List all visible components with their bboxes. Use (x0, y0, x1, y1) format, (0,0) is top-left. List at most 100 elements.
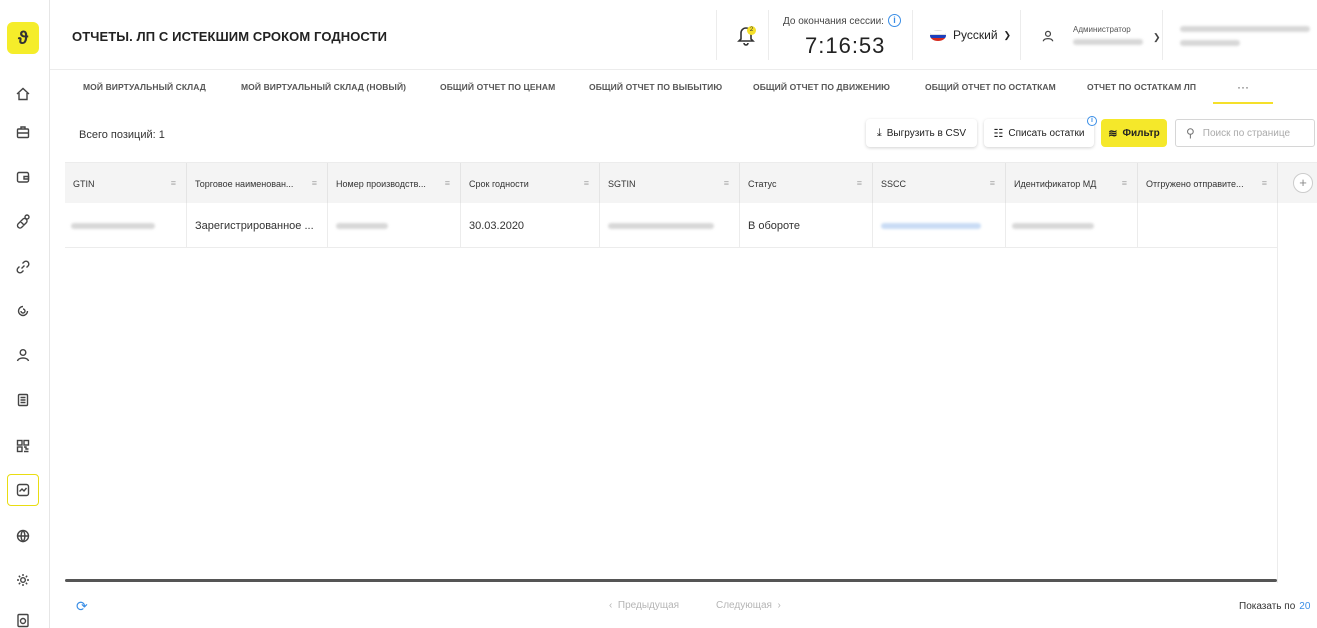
download-icon: ⤓ (876, 126, 882, 139)
tab-stock-report[interactable]: ОБЩИЙ ОТЧЕТ ПО ОСТАТКАМ (925, 82, 1056, 92)
column-menu-icon[interactable]: ≡ (584, 178, 589, 188)
app-root: ϑ ОТЧЕТЫ. ЛП С ИСТЕКШИМ СРОКОМ ГОДНОСТИ … (0, 0, 1317, 628)
prev-page-button[interactable]: ‹ Предыдущая (609, 600, 679, 611)
column-header-batch-number[interactable]: Номер производств... ≡ (328, 163, 461, 204)
language-selector[interactable]: Русский ❯ (930, 28, 1011, 42)
top-header: ОТЧЕТЫ. ЛП С ИСТЕКШИМ СРОКОМ ГОДНОСТИ 2 … (50, 0, 1317, 70)
column-menu-icon[interactable]: ≡ (312, 178, 317, 188)
total-count: Всего позиций: 1 (79, 129, 165, 141)
column-title: Номер производств... (336, 178, 426, 189)
column-title: Отгружено отправите... (1146, 178, 1244, 189)
sidebar: ϑ (0, 0, 50, 628)
refresh-icon[interactable]: ⟳ (76, 598, 88, 615)
column-header-md-id[interactable]: Идентификатор МД ≡ (1006, 163, 1138, 204)
wallet-icon[interactable] (9, 163, 37, 191)
chevron-right-icon: › (771, 600, 781, 611)
link-icon[interactable] (9, 253, 37, 281)
home-icon[interactable] (9, 80, 37, 108)
cell-trade-name: Зарегистрированное ... (187, 203, 328, 248)
column-header-sgtin[interactable]: SGTIN ≡ (600, 163, 740, 204)
column-header-status[interactable]: Статус ≡ (740, 163, 873, 204)
horizontal-scrollbar[interactable] (65, 579, 1277, 582)
briefcase-icon[interactable] (9, 118, 37, 146)
tab-more[interactable]: ··· (1213, 80, 1273, 104)
column-menu-icon[interactable]: ≡ (724, 178, 729, 188)
column-title: Идентификатор МД (1014, 178, 1097, 189)
page-size-selector[interactable]: Показать по 20 (1239, 601, 1310, 612)
user-name-redacted (1073, 39, 1143, 45)
column-header-sscc[interactable]: SSCC ≡ (873, 163, 1006, 204)
tab-drug-stock-report[interactable]: ОТЧЕТ ПО ОСТАТКАМ ЛП (1087, 82, 1196, 92)
cell-md-id (1006, 203, 1138, 248)
page-size-value[interactable]: 20 (1299, 601, 1310, 612)
globe-icon[interactable] (9, 522, 37, 550)
app-logo[interactable]: ϑ (7, 22, 39, 54)
tab-disposal-report[interactable]: ОБЩИЙ ОТЧЕТ ПО ВЫБЫТИЮ (589, 82, 722, 92)
session-timer: 7:16:53 (805, 33, 886, 58)
cell-expiry-date: 30.03.2020 (461, 203, 600, 248)
russia-flag-icon (930, 29, 946, 41)
write-off-label: Списать остатки (1008, 127, 1085, 139)
next-page-label: Следующая (716, 600, 772, 611)
user-role: Администратор (1073, 25, 1131, 34)
column-header-trade-name[interactable]: Торговое наименован... ≡ (187, 163, 328, 204)
column-menu-icon[interactable]: ≡ (1262, 178, 1267, 188)
write-off-button[interactable]: ☷ Списать остатки (984, 119, 1094, 147)
column-header-gtin[interactable]: GTIN ≡ (65, 163, 187, 204)
report-tabs: МОЙ ВИРТУАЛЬНЫЙ СКЛАД МОЙ ВИРТУАЛЬНЫЙ СК… (50, 70, 1317, 104)
filter-sliders-icon: ≋ (1108, 127, 1118, 140)
header-divider (716, 10, 717, 60)
column-title: Срок годности (469, 178, 529, 189)
redacted-value (608, 223, 714, 229)
user-icon (1042, 30, 1054, 42)
redacted-value (336, 223, 388, 229)
scanner-icon[interactable] (9, 606, 37, 628)
table-footer: ⟳ ‹ Предыдущая Следующая › Показать по 20 (65, 590, 1317, 622)
table-row[interactable]: Зарегистрированное ... 30.03.2020 В обор… (65, 203, 1278, 248)
tab-price-report[interactable]: ОБЩИЙ ОТЧЕТ ПО ЦЕНАМ (440, 82, 555, 92)
session-label: До окончания сессии: (783, 16, 884, 27)
chevron-down-icon: ❯ (1003, 29, 1012, 40)
cycle-icon[interactable] (9, 297, 37, 325)
export-csv-button[interactable]: ⤓ Выгрузить в CSV (866, 119, 977, 147)
column-header-expiry-date[interactable]: Срок годности ≡ (461, 163, 600, 204)
tab-movement-report[interactable]: ОБЩИЙ ОТЧЕТ ПО ДВИЖЕНИЮ (753, 82, 890, 92)
pills-icon[interactable] (9, 207, 37, 235)
settings-icon[interactable] (9, 566, 37, 594)
search-input[interactable]: ⚲ Поиск по странице (1175, 119, 1315, 147)
info-icon[interactable]: i (888, 14, 901, 27)
document-list-icon[interactable] (9, 386, 37, 414)
page-size-label: Показать по (1239, 601, 1296, 612)
cell-shipped-by-sender (1138, 203, 1278, 248)
column-menu-icon[interactable]: ≡ (990, 178, 995, 188)
language-label: Русский (953, 28, 998, 42)
chevron-down-icon: ❯ (1153, 32, 1161, 42)
filter-button[interactable]: ≋ Фильтр (1101, 119, 1167, 147)
cell-sscc[interactable] (873, 203, 1006, 248)
next-page-button[interactable]: Следующая › (716, 600, 781, 611)
column-title: Статус (748, 178, 777, 189)
column-menu-icon[interactable]: ≡ (171, 178, 176, 188)
report-content: Всего позиций: 1 ⤓ Выгрузить в CSV ☷ Спи… (65, 105, 1317, 628)
cell-batch-number (328, 203, 461, 248)
header-divider (768, 10, 769, 60)
notification-badge: 2 (747, 26, 756, 35)
tab-my-virtual-warehouse[interactable]: МОЙ ВИРТУАЛЬНЫЙ СКЛАД (83, 82, 206, 92)
column-title: Торговое наименован... (195, 178, 294, 189)
user-icon[interactable] (9, 341, 37, 369)
reports-icon[interactable] (7, 474, 39, 506)
header-divider (1162, 10, 1163, 60)
table-header: GTIN ≡ Торговое наименован... ≡ Номер пр… (65, 162, 1317, 204)
user-menu[interactable]: Администратор ❯ (1041, 22, 1161, 52)
column-menu-icon[interactable]: ≡ (1122, 178, 1127, 188)
chevron-left-icon: ‹ (609, 600, 618, 611)
tab-my-virtual-warehouse-new[interactable]: МОЙ ВИРТУАЛЬНЫЙ СКЛАД (НОВЫЙ) (241, 82, 406, 92)
qr-code-icon[interactable] (9, 432, 37, 460)
add-column-button[interactable]: + (1293, 173, 1313, 193)
column-menu-icon[interactable]: ≡ (445, 178, 450, 188)
column-title: SGTIN (608, 178, 636, 189)
column-header-shipped-by-sender[interactable]: Отгружено отправите... ≡ (1138, 163, 1278, 204)
column-menu-icon[interactable]: ≡ (857, 178, 862, 188)
prev-page-label: Предыдущая (617, 600, 680, 611)
info-icon[interactable]: i (1087, 116, 1097, 126)
